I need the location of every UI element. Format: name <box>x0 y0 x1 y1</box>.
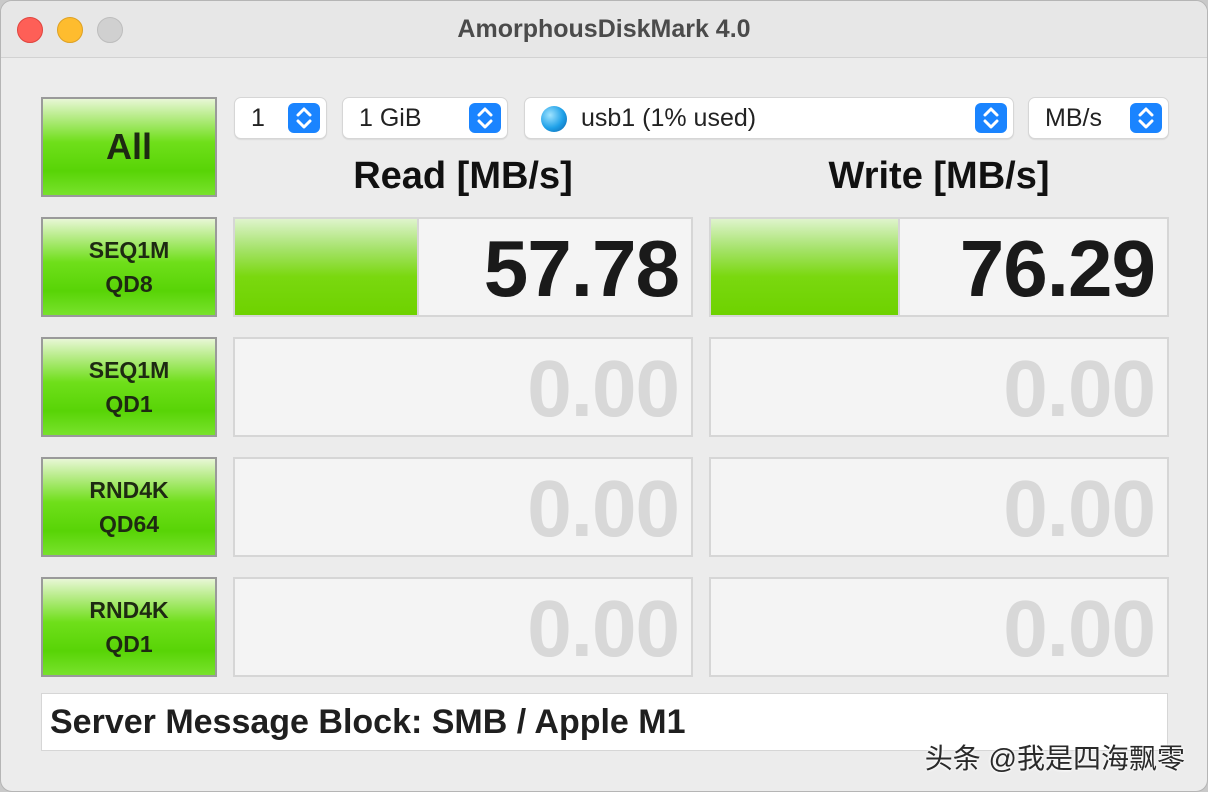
run-all-label: All <box>105 126 152 167</box>
read-value: 0.00 <box>527 584 680 673</box>
run-all-button[interactable]: All <box>41 97 217 197</box>
network-globe-icon <box>541 106 567 132</box>
test-name-line1: RND4K <box>89 477 169 503</box>
test-size-select[interactable]: 1 GiB <box>342 97 508 139</box>
write-result-seq1m-qd8: 76.29 <box>709 217 1169 317</box>
test-name-line2: QD64 <box>98 511 160 537</box>
target-disk-value: usb1 (1% used) <box>581 104 757 132</box>
read-value: 0.00 <box>527 344 680 433</box>
read-result-rnd4k-qd1: 0.00 <box>233 577 693 677</box>
write-result-rnd4k-qd64: 0.00 <box>709 457 1169 557</box>
test-name-line1: SEQ1M <box>88 237 170 263</box>
test-count-value: 1 <box>251 104 265 132</box>
test-count-select[interactable]: 1 <box>234 97 327 139</box>
test-name-line1: RND4K <box>89 597 169 623</box>
write-value: 0.00 <box>1003 584 1156 673</box>
chevron-updown-icon <box>469 103 501 133</box>
test-button-rnd4k-qd64[interactable]: RND4K QD64 <box>41 457 217 557</box>
read-column-header: Read [MB/s] <box>353 155 573 197</box>
write-value: 0.00 <box>1003 344 1156 433</box>
write-value: 76.29 <box>959 224 1156 313</box>
test-name-line1: SEQ1M <box>88 357 170 383</box>
chevron-updown-icon <box>288 103 320 133</box>
app-window: AmorphousDiskMark 4.0 All 1 1 GiB usb1 (… <box>0 0 1208 792</box>
test-name-line2: QD8 <box>105 271 153 297</box>
target-disk-select[interactable]: usb1 (1% used) <box>524 97 1014 139</box>
watermark-text: 头条 @我是四海飘零 <box>924 743 1185 774</box>
write-result-rnd4k-qd1: 0.00 <box>709 577 1169 677</box>
chevron-updown-icon <box>1130 103 1162 133</box>
test-button-seq1m-qd8[interactable]: SEQ1M QD8 <box>41 217 217 317</box>
unit-select[interactable]: MB/s <box>1028 97 1169 139</box>
read-result-seq1m-qd1: 0.00 <box>233 337 693 437</box>
test-button-rnd4k-qd1[interactable]: RND4K QD1 <box>41 577 217 677</box>
write-progress-bar <box>711 219 900 315</box>
read-result-rnd4k-qd64: 0.00 <box>233 457 693 557</box>
write-value: 0.00 <box>1003 464 1156 553</box>
chevron-updown-icon <box>975 103 1007 133</box>
read-progress-bar <box>235 219 420 315</box>
write-result-seq1m-qd1: 0.00 <box>709 337 1169 437</box>
window-title: AmorphousDiskMark 4.0 <box>457 15 751 43</box>
write-column-header: Write [MB/s] <box>828 155 1050 197</box>
read-result-seq1m-qd8: 57.78 <box>233 217 693 317</box>
title-bar: AmorphousDiskMark 4.0 <box>1 1 1207 58</box>
test-name-line2: QD1 <box>105 391 153 417</box>
test-name-line2: QD1 <box>105 631 153 657</box>
test-button-seq1m-qd1[interactable]: SEQ1M QD1 <box>41 337 217 437</box>
unit-value: MB/s <box>1045 104 1102 132</box>
test-size-value: 1 GiB <box>359 104 422 132</box>
read-value: 57.78 <box>483 224 680 313</box>
read-value: 0.00 <box>527 464 680 553</box>
